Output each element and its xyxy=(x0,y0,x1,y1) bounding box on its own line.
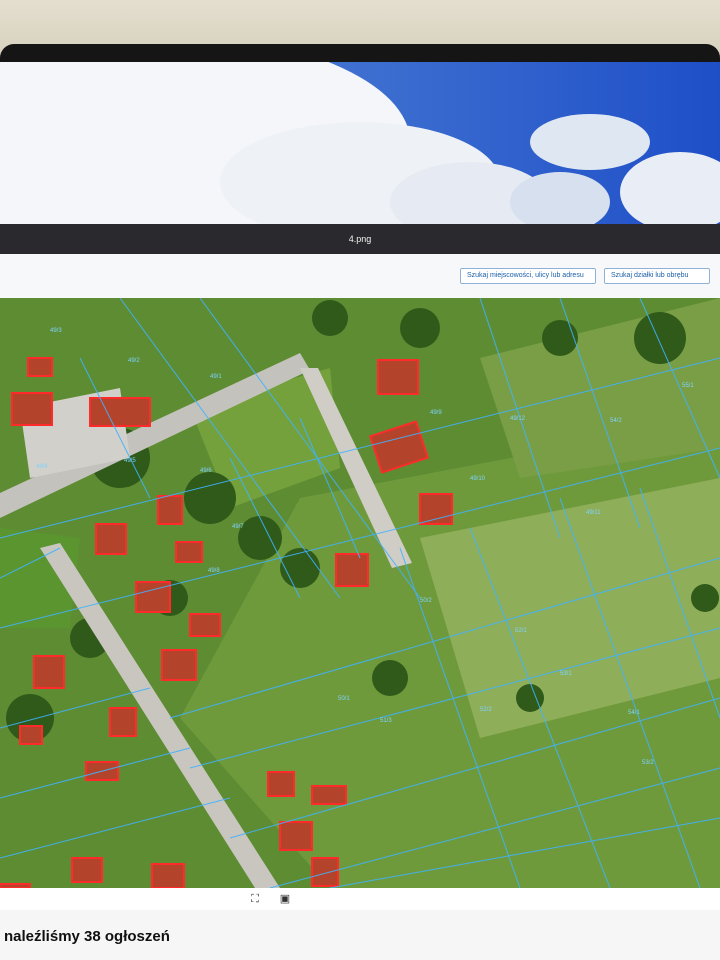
address-search-button[interactable]: Szukaj miejscowości, ulicy lub adresu xyxy=(460,268,596,284)
parcel-search-button[interactable]: Szukaj działki lub obrębu xyxy=(604,268,710,284)
fit-screen-icon[interactable]: ⛶ xyxy=(247,891,263,907)
image-viewer: 4.png xyxy=(0,62,720,254)
search-toolbar: Szukaj miejscowości, ulicy lub adresu Sz… xyxy=(0,254,720,299)
map-controls: ⛶ ▣ xyxy=(0,888,720,910)
monitor-screen: 4.png Szukaj miejscowości, ulicy lub adr… xyxy=(0,62,720,910)
viewer-file-name: 4.png xyxy=(348,234,372,244)
listing-page: naleźliśmy 38 ogłoszeń xyxy=(0,910,720,960)
results-count-text: naleźliśmy 38 ogłoszeń xyxy=(4,928,170,945)
screenshot-icon[interactable]: ▣ xyxy=(277,891,293,907)
cadastral-map[interactable]: 49/3 49/2 49/1 49/4 49/5 49/6 49/7 49/8 49/9 49/1… xyxy=(0,298,720,888)
sky-photo xyxy=(0,62,720,224)
